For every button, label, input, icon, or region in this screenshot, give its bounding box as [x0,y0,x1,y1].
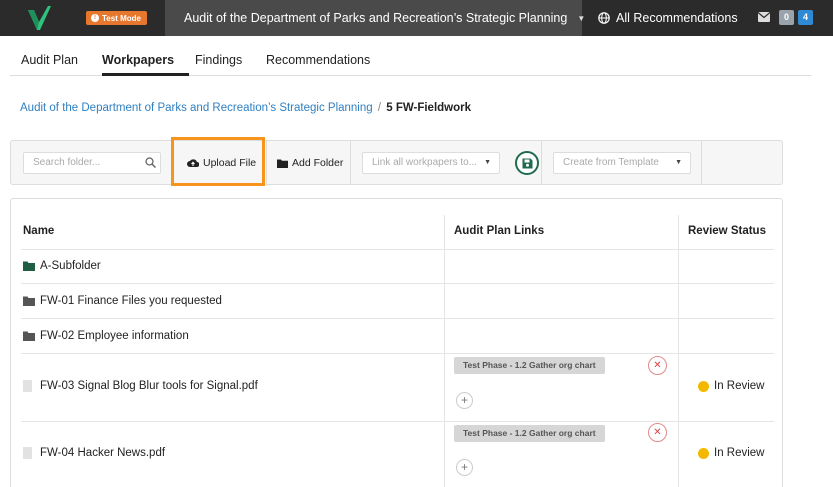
review-status-label: In Review [714,380,765,392]
create-from-template-dropdown[interactable]: Create from Template ▼ [553,152,691,174]
table-row-folder[interactable]: FW-02 Employee information [23,330,189,342]
all-recommendations-label: All Recommendations [616,11,738,25]
table-row-file[interactable]: FW-04 Hacker News.pdf [23,447,165,459]
remove-link-icon[interactable]: ✕ [648,356,667,375]
test-mode-label: Test Mode [102,13,141,23]
status-dot-icon [698,447,709,459]
chevron-down-icon: ▼ [577,13,586,23]
upload-file-highlight [171,137,265,186]
audit-plan-link-tag[interactable]: Test Phase - 1.2 Gather org chart [454,357,605,374]
file-name: FW-04 Hacker News.pdf [40,447,166,459]
toolbar-divider [541,141,542,184]
add-link-icon[interactable]: + [456,459,473,476]
tab-findings[interactable]: Findings [195,53,242,67]
project-selector[interactable]: Audit of the Department of Parks and Rec… [165,0,586,36]
folder-name: FW-02 Employee information [40,330,189,342]
top-navigation-bar: ! Test Mode Audit of the Department of P… [0,0,833,36]
toolbar-divider [350,141,351,184]
column-header-name[interactable]: Name [23,225,54,237]
toolbar-divider [701,141,702,184]
link-workpapers-placeholder: Link all workpapers to... [372,157,478,168]
row-divider [21,353,774,354]
review-status: In Review [698,380,765,392]
notification-count-badge[interactable]: 0 [779,10,794,25]
audit-plan-link-tag[interactable]: Test Phase - 1.2 Gather org chart [454,425,605,442]
app-logo[interactable] [26,4,52,32]
breadcrumb-parent-link[interactable]: Audit of the Department of Parks and Rec… [20,102,373,114]
folder-icon [23,261,35,271]
column-header-review-status[interactable]: Review Status [688,225,766,237]
tab-workpapers[interactable]: Workpapers [102,53,174,67]
table-row-folder[interactable]: FW-01 Finance Files you requested [23,295,222,307]
add-link-icon[interactable]: + [456,392,473,409]
tab-recommendations[interactable]: Recommendations [266,53,370,67]
add-folder-button[interactable]: Add Folder [277,157,343,169]
tab-audit-plan[interactable]: Audit Plan [21,53,78,67]
globe-icon [598,12,610,24]
folder-name: FW-01 Finance Files you requested [40,295,222,307]
search-folder-input[interactable]: Search folder... [23,152,161,174]
info-icon: ! [91,14,99,22]
remove-link-icon[interactable]: ✕ [648,423,667,442]
template-placeholder: Create from Template [563,157,659,168]
chevron-down-icon: ▼ [675,159,682,166]
search-icon[interactable] [145,157,156,168]
test-mode-badge: ! Test Mode [86,11,147,25]
table-row-file[interactable]: FW-03 Signal Blog Blur tools for Signal.… [23,380,258,392]
toolbar-divider [266,141,267,184]
review-status: In Review [698,447,765,459]
message-count-badge[interactable]: 4 [798,10,813,25]
breadcrumb: Audit of the Department of Parks and Rec… [20,102,471,114]
folder-icon [277,159,288,168]
envelope-icon[interactable] [758,12,770,22]
file-icon [23,380,32,392]
add-folder-label: Add Folder [292,157,344,169]
folder-icon [23,296,35,306]
review-status-label: In Review [714,447,765,459]
file-icon [23,447,32,459]
table-row-folder[interactable]: A-Subfolder [23,260,101,272]
active-tab-indicator [102,73,189,76]
row-divider [21,421,774,422]
column-divider [444,215,445,487]
column-header-audit-plan-links[interactable]: Audit Plan Links [454,225,544,237]
row-divider [21,249,774,250]
folder-name: A-Subfolder [40,260,101,272]
workpapers-table: Name Audit Plan Links Review Status A-Su… [10,198,783,487]
save-icon [522,158,532,168]
main-tabs: Audit Plan Workpapers Findings Recommend… [10,36,811,76]
column-divider [678,215,679,487]
project-title: Audit of the Department of Parks and Rec… [184,11,568,25]
file-name: FW-03 Signal Blog Blur tools for Signal.… [40,380,258,392]
breadcrumb-separator: / [377,102,382,114]
save-button[interactable] [515,151,539,175]
breadcrumb-current: 5 FW-Fieldwork [386,102,472,114]
workpaper-toolbar: Search folder... Upload File Add Folder … [10,140,783,185]
status-dot-icon [698,380,709,392]
folder-icon [23,331,35,341]
chevron-down-icon: ▼ [484,159,491,166]
row-divider [21,283,774,284]
row-divider [21,318,774,319]
all-recommendations-link[interactable]: All Recommendations [598,0,738,36]
link-workpapers-dropdown[interactable]: Link all workpapers to... ▼ [362,152,500,174]
